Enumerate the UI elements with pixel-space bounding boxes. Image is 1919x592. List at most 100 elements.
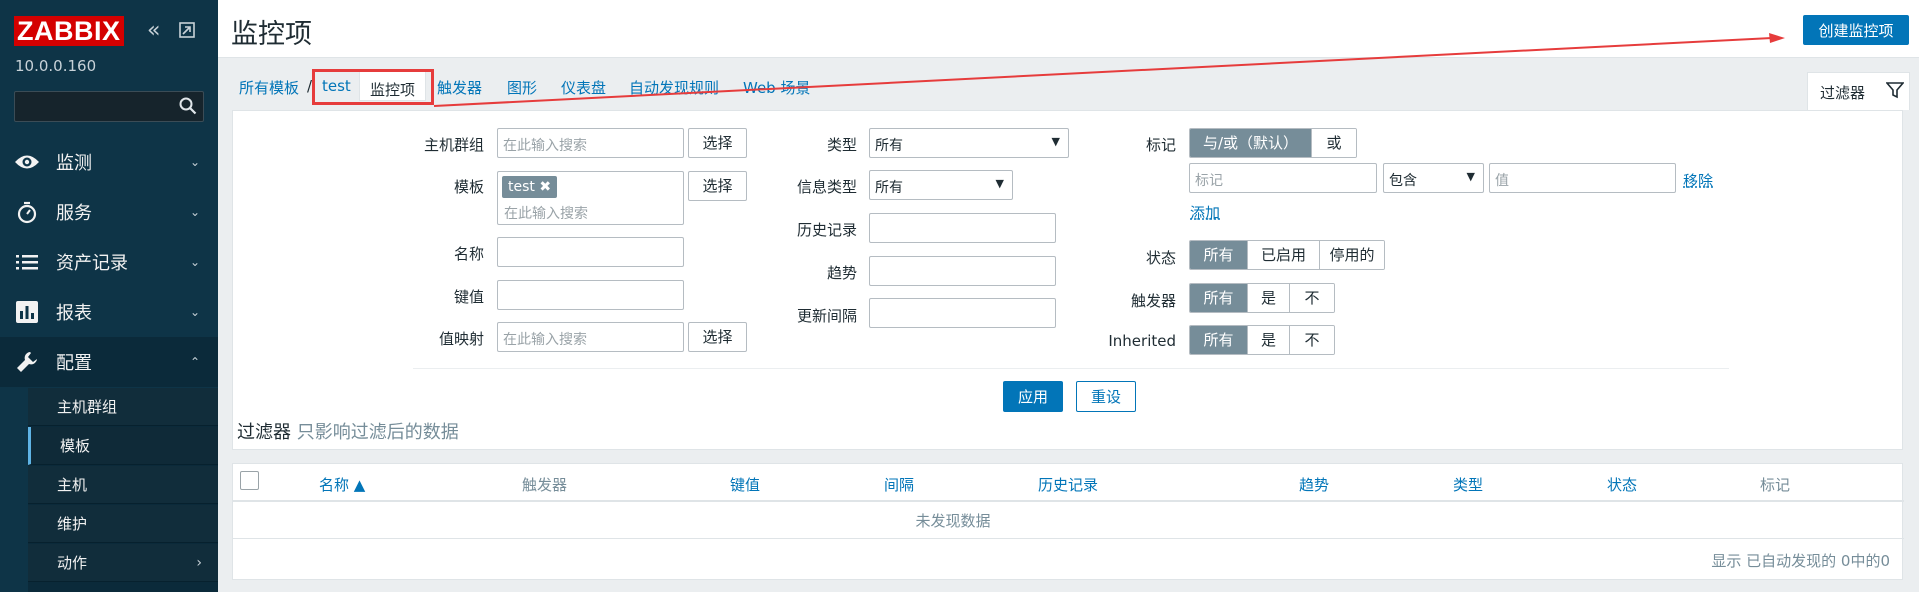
search-icon[interactable]	[179, 97, 197, 115]
sidebar-search-input[interactable]	[14, 91, 204, 122]
trends-label: 趋势	[826, 264, 857, 282]
host-group-input[interactable]: 在此输入搜索	[497, 128, 684, 158]
column-key[interactable]: 键值	[730, 474, 760, 495]
filter-divider	[413, 368, 1729, 369]
type-label: 类型	[826, 136, 857, 154]
collapse-sidebar-icon[interactable]: «	[147, 18, 160, 43]
state-label: 状态	[1145, 249, 1176, 267]
column-status[interactable]: 状态	[1607, 474, 1637, 495]
history-input[interactable]	[869, 213, 1056, 243]
triggers-no-option[interactable]: 不	[1290, 284, 1334, 312]
menu-configuration[interactable]: 配置 ⌃	[0, 337, 218, 387]
submenu-templates[interactable]: 模板	[28, 427, 218, 465]
state-disabled-option[interactable]: 停用的	[1320, 241, 1384, 269]
template-label: 模板	[453, 178, 484, 196]
inherited-no-option[interactable]: 不	[1290, 326, 1334, 354]
items-table: 名称 ▲ 触发器 键值 间隔 历史记录 趋势 类型 状态 标记 未发现数据 显示…	[232, 463, 1904, 580]
inherited-toggle[interactable]: 所有 是 不	[1189, 325, 1335, 355]
type-select[interactable]: 所有 ▼	[869, 128, 1069, 158]
column-type[interactable]: 类型	[1453, 474, 1483, 495]
kiosk-mode-icon[interactable]	[178, 20, 196, 45]
tag-name-input[interactable]: 标记	[1189, 163, 1377, 193]
tag-operator-select[interactable]: 包含 ▼	[1383, 163, 1484, 193]
state-enabled-option[interactable]: 已启用	[1248, 241, 1320, 269]
submenu-hosts[interactable]: 主机	[28, 466, 218, 504]
menu-label: 服务	[56, 203, 92, 224]
key-input[interactable]	[497, 280, 684, 310]
tags-or-option[interactable]: 或	[1312, 129, 1356, 157]
table-header-divider	[233, 500, 1904, 502]
column-trends[interactable]: 趋势	[1299, 474, 1329, 495]
submenu-host-groups[interactable]: 主机群组	[28, 388, 218, 426]
bar-chart-icon	[14, 299, 40, 325]
triggers-yes-option[interactable]: 是	[1248, 284, 1290, 312]
update-interval-input[interactable]	[869, 298, 1056, 328]
update-interval-label: 更新间隔	[796, 307, 857, 325]
tags-andor-option[interactable]: 与/或（默认）	[1190, 129, 1312, 157]
zabbix-logo[interactable]: ZABBIX	[14, 16, 124, 46]
trends-input[interactable]	[869, 256, 1056, 286]
host-group-label: 主机群组	[423, 136, 484, 154]
triggers-all-option[interactable]: 所有	[1190, 284, 1248, 312]
remove-tag-link[interactable]: 移除	[1683, 170, 1713, 191]
chevron-down-icon: ▼	[995, 177, 1004, 190]
tab-triggers[interactable]: 触发器	[437, 77, 482, 98]
tab-web-scenarios[interactable]: Web 场景	[743, 77, 810, 98]
inherited-label: Inherited	[1108, 332, 1176, 350]
remove-tag-icon[interactable]: ✖	[539, 179, 551, 195]
eye-icon	[14, 149, 40, 175]
menu-inventory[interactable]: 资产记录 ⌄	[0, 237, 218, 287]
chevron-down-icon: ⌄	[189, 305, 200, 319]
tag-value-input[interactable]: 值	[1489, 163, 1676, 193]
tags-evaltype-toggle[interactable]: 与/或（默认） 或	[1189, 128, 1357, 158]
inherited-all-option[interactable]: 所有	[1190, 326, 1248, 354]
template-tag-text: test	[508, 179, 535, 195]
column-history[interactable]: 历史记录	[1038, 474, 1098, 495]
chevron-right-icon: ›	[196, 554, 202, 571]
state-all-option[interactable]: 所有	[1190, 241, 1248, 269]
tab-discovery-rules[interactable]: 自动发现规则	[629, 77, 719, 98]
menu-label: 资产记录	[56, 253, 128, 274]
valuemap-label: 值映射	[438, 330, 484, 348]
tab-dashboards[interactable]: 仪表盘	[561, 77, 606, 98]
table-row-divider	[233, 538, 1904, 539]
breadcrumb-all-templates[interactable]: 所有模板	[239, 77, 299, 98]
history-label: 历史记录	[796, 221, 857, 239]
host-group-select-button[interactable]: 选择	[688, 128, 747, 158]
valuemap-input[interactable]: 在此输入搜索	[497, 322, 684, 352]
filter-note-subtitle: 只影响过滤后的数据	[296, 422, 459, 443]
inherited-yes-option[interactable]: 是	[1248, 326, 1290, 354]
filter-tab[interactable]: 过滤器	[1807, 72, 1910, 110]
name-input[interactable]	[497, 237, 684, 267]
state-toggle[interactable]: 所有 已启用 停用的	[1189, 240, 1385, 270]
menu-label: 配置	[56, 353, 92, 374]
page-title: 监控项	[231, 19, 312, 50]
menu-services[interactable]: 服务 ⌄	[0, 187, 218, 237]
reset-button[interactable]: 重设	[1076, 381, 1136, 412]
menu-monitoring[interactable]: 监测 ⌄	[0, 137, 218, 187]
column-triggers: 触发器	[522, 476, 568, 494]
template-multiselect[interactable]: test ✖ 在此输入搜索	[497, 171, 684, 225]
submenu-label: 维护	[57, 515, 88, 533]
filter-icon	[1886, 82, 1904, 99]
template-search-placeholder[interactable]: 在此输入搜索	[504, 203, 588, 223]
empty-table-message: 未发现数据	[915, 512, 991, 530]
submenu-actions[interactable]: 动作 ›	[28, 544, 218, 582]
template-select-button[interactable]: 选择	[688, 171, 747, 201]
column-name[interactable]: 名称 ▲	[319, 474, 365, 495]
add-tag-link[interactable]: 添加	[1190, 202, 1220, 223]
select-all-checkbox[interactable]	[240, 471, 259, 490]
triggers-toggle[interactable]: 所有 是 不	[1189, 283, 1335, 313]
chevron-down-icon: ⌄	[189, 205, 200, 219]
menu-reports[interactable]: 报表 ⌄	[0, 287, 218, 337]
valuemap-select-button[interactable]: 选择	[688, 322, 747, 352]
apply-button[interactable]: 应用	[1003, 381, 1063, 412]
column-interval[interactable]: 间隔	[884, 474, 914, 495]
submenu-label: 模板	[60, 437, 91, 455]
submenu-maintenance[interactable]: 维护	[28, 505, 218, 543]
info-type-select[interactable]: 所有 ▼	[869, 170, 1013, 200]
tab-graphs[interactable]: 图形	[507, 77, 537, 98]
tag-operator-value: 包含	[1389, 173, 1417, 189]
create-item-button[interactable]: 创建监控项	[1803, 15, 1909, 45]
submenu-label: 主机	[57, 476, 88, 494]
